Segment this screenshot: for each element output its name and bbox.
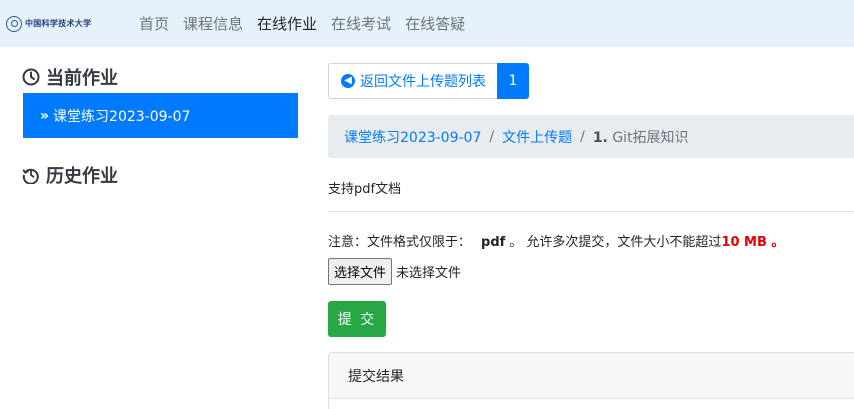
submit-button[interactable]: 提 交 [328,301,386,337]
breadcrumb-homework-link[interactable]: 课堂练习2023-09-07 [344,127,481,147]
sidebar-item-label: 课堂练习2023-09-07 [53,108,191,125]
back-to-list-label: 返回文件上传题列表 [360,74,486,90]
history-homework-heading[interactable]: 历史作业 [22,162,118,188]
nav-online-qa[interactable]: 在线答疑 [398,13,472,34]
back-to-list-button[interactable]: ◀ 返回文件上传题列表 [328,63,497,99]
breadcrumb-separator: / [489,128,495,145]
breadcrumb: 课堂练习2023-09-07 / 文件上传题 / 1. Git拓展知识 [328,115,854,158]
file-input: 选择文件 未选择文件 [328,258,461,285]
question-number-button[interactable]: 1 [497,63,529,99]
question-nav-group: ◀ 返回文件上传题列表 1 [328,63,529,99]
breadcrumb-current: 1. Git拓展知识 [593,127,689,147]
breadcrumb-separator: / [580,128,585,145]
history-homework-label: 历史作业 [46,166,118,187]
top-navbar: 中国科学技术大学 首页 课程信息 在线作业 在线考试 在线答疑 [0,0,854,47]
arrow-circle-left-icon: ◀ [341,74,355,88]
university-seal-icon [6,15,22,32]
brand-logo[interactable]: 中国科学技术大学 [6,15,124,32]
submission-result-header: 提交结果 [329,353,854,399]
submission-result-card: 提交结果 [328,352,854,409]
current-homework-label: 当前作业 [46,68,118,89]
double-chevron-right-icon: » [40,107,50,124]
allowed-format: pdf [481,235,506,250]
notice-prefix: 注意：文件格式仅限于： [328,235,472,250]
question-description: 支持pdf文档 [328,182,402,197]
size-limit: 10 MB [721,235,767,250]
clock-icon [22,68,40,86]
divider [328,211,854,212]
nav-online-homework[interactable]: 在线作业 [250,13,324,34]
nav-online-exam[interactable]: 在线考试 [324,13,398,34]
breadcrumb-upload-link[interactable]: 文件上传题 [502,127,572,147]
brand-text: 中国科学技术大学 [25,18,92,28]
breadcrumb-current-title: Git拓展知识 [612,129,689,146]
notice-middle: 。 允许多次提交，文件大小不能超过 [509,235,722,250]
nav-course-info[interactable]: 课程信息 [176,13,250,34]
upload-notice: 注意：文件格式仅限于： pdf。 允许多次提交，文件大小不能超过10 MB 。 [328,231,784,250]
breadcrumb-current-number: 1. [592,129,608,146]
nav-home[interactable]: 首页 [124,13,176,34]
notice-end: 。 [766,235,785,250]
sidebar-item-current-homework[interactable]: » 课堂练习2023-09-07 [23,93,298,138]
no-file-selected-label: 未选择文件 [396,266,462,281]
current-homework-heading: 当前作业 [22,64,118,90]
choose-file-button[interactable]: 选择文件 [328,258,393,285]
history-icon [22,168,39,184]
